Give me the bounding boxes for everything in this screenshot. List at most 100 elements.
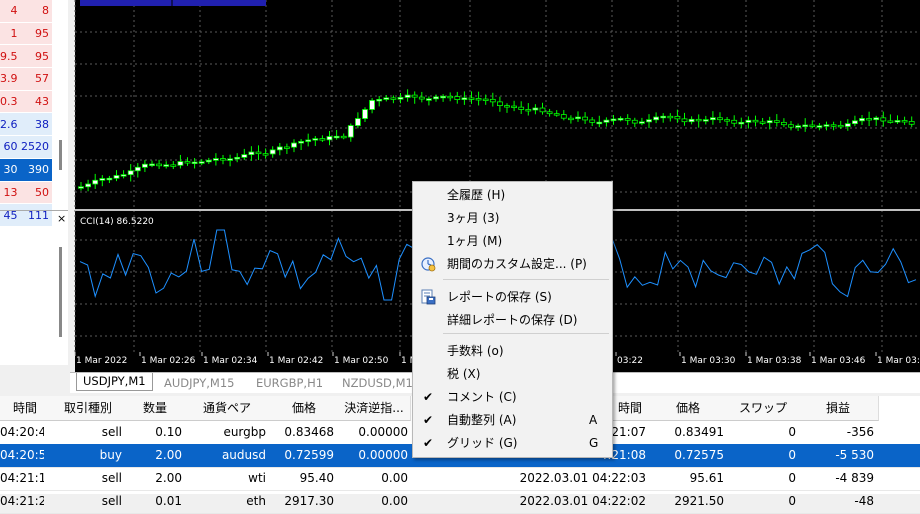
- close-icon[interactable]: ×: [57, 212, 67, 226]
- candle-body: [397, 97, 404, 100]
- table-cell-symbol: audusd: [221, 448, 266, 462]
- menu-item[interactable]: 期間のカスタム設定... (P): [413, 253, 612, 275]
- market-watch-cell: 3.9: [0, 67, 21, 91]
- menu-item[interactable]: ✔ 自動整列 (A) A: [413, 409, 612, 431]
- menu-item[interactable]: 全履歴 (H): [413, 184, 612, 206]
- candle-body: [333, 135, 340, 139]
- column-header[interactable]: 通貨ペア: [184, 396, 271, 421]
- candle-body: [440, 95, 447, 99]
- table-row[interactable]: 04:21:16 sell 2.00 wti 95.40 0.00 2022.03.01 0…: [0, 467, 920, 491]
- candle-body: [298, 141, 305, 144]
- candle-body: [731, 119, 738, 124]
- menu-item-label: グリッド (G): [447, 436, 518, 450]
- candle-body: [738, 121, 745, 125]
- table-cell-swap: 0: [788, 425, 796, 439]
- market-watch-cell: 30: [0, 158, 21, 182]
- chart-tab[interactable]: EURGBP,H1: [256, 375, 323, 392]
- column-header[interactable]: 価格: [270, 396, 339, 421]
- market-watch-row[interactable]: 2.6 38: [0, 112, 52, 137]
- candle-body: [220, 158, 226, 161]
- market-watch-row[interactable]: 60 2520: [0, 135, 52, 159]
- chart-tab[interactable]: USDJPY,M1: [76, 373, 153, 391]
- candle-body: [170, 164, 177, 167]
- column-header[interactable]: 決済逆指...: [338, 396, 411, 421]
- candle-body: [852, 120, 858, 125]
- market-watch-cell: 390: [20, 158, 52, 182]
- time-tick-label: 1 Mar 03:46: [811, 356, 866, 366]
- candle-body: [411, 94, 418, 98]
- menu-item-shortcut: A: [589, 413, 598, 427]
- menu-item[interactable]: 手数料 (o): [413, 340, 612, 362]
- candle-body: [518, 106, 525, 110]
- market-watch-cell: 13: [0, 181, 21, 205]
- candle-body: [227, 158, 234, 161]
- menu-item-label: 自動整列 (A): [447, 413, 517, 427]
- chart-tab[interactable]: NZDUSD,M1: [342, 375, 413, 392]
- checkmark-icon: ✔: [423, 413, 434, 427]
- candle-body: [262, 153, 269, 156]
- candle-body: [816, 125, 823, 128]
- candle-body: [127, 170, 134, 176]
- navigator-scrollbar[interactable]: [59, 247, 62, 337]
- column-header[interactable]: 時間: [612, 396, 649, 421]
- market-watch-cell: 43: [20, 90, 52, 114]
- market-watch-row[interactable]: 48: [0, 0, 52, 23]
- table-cell-price: 2917.30: [284, 494, 334, 508]
- column-header[interactable]: 損益: [798, 396, 879, 421]
- table-cell-profit: -48: [854, 494, 874, 508]
- time-tick-label: 1 Mar 03:30: [681, 356, 736, 366]
- market-watch-cell: 38: [20, 112, 52, 137]
- market-watch-row[interactable]: 45 111: [0, 203, 52, 227]
- candle-body: [575, 116, 581, 120]
- table-cell-cprice: 0.72575: [674, 448, 724, 462]
- candle-body: [653, 116, 659, 121]
- column-header[interactable]: 取引種別: [50, 396, 127, 421]
- market-watch-row[interactable]: 30 390: [0, 158, 52, 182]
- market-watch-row[interactable]: 9.5 95: [0, 44, 52, 69]
- menu-item-label: 期間のカスタム設定... (P): [447, 257, 587, 271]
- market-watch-row[interactable]: 0.3 43: [0, 90, 52, 114]
- market-watch-cell: 4: [0, 0, 21, 23]
- market-watch-row[interactable]: 13 50: [0, 181, 52, 205]
- table-cell-symbol: eth: [246, 494, 266, 508]
- menu-separator: [443, 279, 609, 280]
- menu-item[interactable]: 詳細レポートの保存 (D): [413, 309, 612, 331]
- table-cell-type: sell: [101, 471, 122, 485]
- table-cell-swap: 0: [788, 494, 796, 508]
- table-cell-cprice: 95.61: [689, 471, 724, 485]
- menu-item[interactable]: 3ヶ月 (3): [413, 207, 612, 229]
- table-cell-profit: -5 530: [835, 448, 874, 462]
- menu-item-shortcut: G: [589, 436, 599, 450]
- menu-item[interactable]: ✔ グリッド (G) G: [413, 432, 612, 454]
- menu-separator: [443, 333, 609, 334]
- candle-body: [347, 125, 354, 138]
- column-header[interactable]: スワップ: [728, 396, 799, 421]
- market-watch-cell: 0.3: [0, 90, 21, 114]
- candle-body: [425, 98, 432, 101]
- menu-item[interactable]: 1ヶ月 (M): [413, 230, 612, 252]
- candle-body: [234, 156, 241, 160]
- candle-body: [894, 120, 901, 123]
- candle-body: [866, 118, 872, 121]
- table-cell-cprice: 0.83491: [674, 425, 724, 439]
- candle-body: [603, 119, 610, 123]
- market-watch-scrollbar[interactable]: [59, 140, 62, 170]
- market-watch-row[interactable]: 1 95: [0, 22, 52, 46]
- market-watch-row[interactable]: 3.9 57: [0, 67, 52, 91]
- table-cell-sl: 0.00000: [358, 425, 408, 439]
- menu-item[interactable]: レポートの保存 (S): [413, 286, 612, 308]
- candle-body: [496, 101, 503, 107]
- menu-item[interactable]: 税 (X): [413, 363, 612, 385]
- column-header[interactable]: 価格: [648, 396, 729, 421]
- candle-body: [305, 139, 312, 142]
- menu-item[interactable]: ✔ コメント (C): [413, 386, 612, 408]
- candle-body: [631, 119, 638, 124]
- candle-body: [383, 97, 390, 100]
- candle-body: [241, 154, 248, 158]
- chart-tab[interactable]: AUDJPY,M15: [164, 375, 234, 392]
- column-header[interactable]: 数量: [126, 396, 185, 421]
- column-header[interactable]: 時間: [0, 396, 51, 421]
- checkmark-icon: ✔: [423, 436, 434, 450]
- candle-body: [312, 138, 319, 141]
- table-cell-price: 95.40: [299, 471, 334, 485]
